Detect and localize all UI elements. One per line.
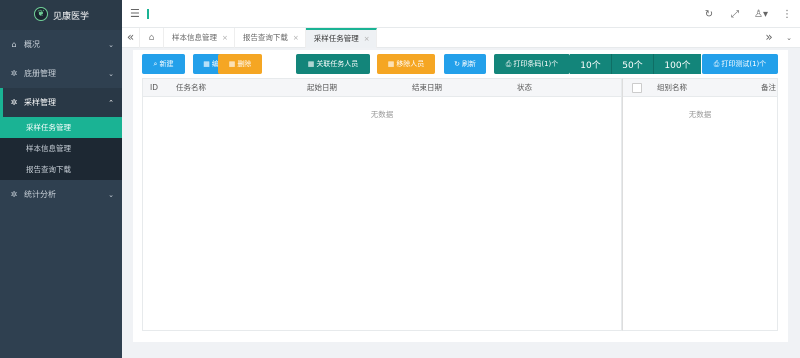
task-table: ID 任务名称 起始日期 结束日期 状态 无数据 [142,78,622,331]
sidebar-item-label: 底册管理 [24,69,56,78]
tabs-menu-icon[interactable]: ⌄ [782,28,796,48]
close-icon[interactable]: × [364,35,370,43]
delete-button[interactable]: ▦ 删除 [218,54,262,74]
column-header[interactable]: 起始日期 [307,79,337,97]
refresh-icon: ↻ [454,60,460,68]
sidebar-submenu: 采样任务管理 样本信息管理 报告查询下载 [0,117,122,180]
home-icon: ⌂ [11,40,17,49]
search-icon: ⌕ [153,59,158,68]
tab-sampling-tasks[interactable]: 采样任务管理 × [305,27,377,48]
button-label: 打印测试(1)个 [721,60,767,68]
tabs-scroll-right-icon[interactable]: » [760,28,778,48]
button-label: 移除人员 [396,60,425,68]
refresh-button[interactable]: ↻ 刷新 [444,54,486,74]
sidebar-subitem-sample-info[interactable]: 样本信息管理 [0,138,122,159]
link-staff-button[interactable]: ▦ 关联任务人员 [296,54,370,74]
button-label: 打印条码(1)个 [513,60,559,68]
table-header: 组别名称 备注 [623,79,777,97]
button-label: 刷新 [461,60,476,68]
chevron-up-icon: ⌃ [108,98,114,107]
accent-bar [146,8,149,19]
tab-label: 采样任务管理 [313,34,359,43]
menu-toggle-icon[interactable]: ☰ [130,7,140,20]
grid-icon: ▦ [203,60,210,68]
gear-icon: ✲ [10,69,18,78]
fullscreen-icon[interactable]: ⤢ [722,9,748,20]
sidebar-subitem-report-download[interactable]: 报告查询下载 [0,159,122,180]
sidebar-item-label: 概况 [24,40,40,49]
empty-message: 无数据 [688,110,712,119]
count-100-button[interactable]: 100个 [654,54,701,74]
sidebar-item-register[interactable]: ✲ 底册管理 ⌄ [0,59,122,88]
main-panel: ⌕ 新建 ▦ 编辑 ▦ 删除 ▦ 关联任务人员 ▦ 移除人员 ↻ 刷新 ⎙ 打印… [133,50,788,342]
topbar-actions: ↻ ⤢ ♙▾ ⋮ [696,0,800,28]
sidebar-item-sampling[interactable]: ✲ 采样管理 ⌃ [0,88,122,117]
chevron-down-icon: ⌄ [108,69,114,78]
close-icon[interactable]: × [293,34,299,42]
column-header[interactable]: ID [150,79,158,97]
user-menu-icon[interactable]: ♙▾ [748,9,774,20]
tab-report-download[interactable]: 报告查询下载 × [235,27,306,48]
chevron-down-icon: ⌄ [108,190,114,199]
refresh-icon[interactable]: ↻ [696,9,722,20]
more-icon[interactable]: ⋮ [774,9,800,20]
sidebar-item-statistics[interactable]: ✲ 统计分析 ⌄ [0,180,122,209]
empty-message: 无数据 [370,110,394,119]
gear-icon: ✲ [10,98,18,107]
sidebar-menu: ⌂ 概况 ⌄ ✲ 底册管理 ⌄ ✲ 采样管理 ⌃ 采样任务管理 样本信息管理 报… [0,30,122,209]
home-tab-icon[interactable]: ⌂ [140,27,164,48]
count-50-button[interactable]: 50个 [612,54,654,74]
logo[interactable]: ❦ 见康医学 [0,0,122,30]
tabs-scroll-left-icon[interactable]: « [122,27,140,48]
column-header[interactable]: 备注 [761,79,776,97]
new-button[interactable]: ⌕ 新建 [142,54,185,74]
close-icon[interactable]: × [222,34,228,42]
sidebar-item-label: 统计分析 [24,190,56,199]
printer-icon: ⎙ [505,59,512,68]
button-label: 新建 [159,60,174,68]
column-header[interactable]: 组别名称 [657,79,687,97]
sidebar: ❦ 见康医学 ⌂ 概况 ⌄ ✲ 底册管理 ⌄ ✲ 采样管理 ⌃ 采样任务管理 样… [0,0,122,358]
logo-icon: ❦ [34,7,48,21]
button-label: 删除 [237,60,252,68]
topbar: ☰ ↻ ⤢ ♙▾ ⋮ [122,0,800,28]
tab-bar: « ⌂ 样本信息管理 × 报告查询下载 × 采样任务管理 × » ⌄ [122,27,800,48]
print-barcode-button[interactable]: ⎙ 打印条码(1)个 [494,54,570,74]
sidebar-subitem-sampling-tasks[interactable]: 采样任务管理 [0,117,122,138]
app-name: 见康医学 [53,11,90,22]
tab-sample-info[interactable]: 样本信息管理 × [164,27,235,48]
select-all-checkbox[interactable] [632,83,642,93]
printer-icon: ⎙ [713,59,720,68]
tab-label: 样本信息管理 [172,33,217,42]
grid-icon: ▦ [228,60,236,68]
table-header: ID 任务名称 起始日期 结束日期 状态 [143,79,621,97]
remove-staff-button[interactable]: ▦ 移除人员 [377,54,435,74]
grid-icon: ▦ [387,60,395,68]
sidebar-item-label: 采样管理 [24,98,56,107]
column-header[interactable]: 任务名称 [176,79,206,97]
grid-icon: ▦ [307,60,315,68]
tab-label: 报告查询下载 [242,33,288,42]
column-header[interactable]: 状态 [517,79,532,97]
print-test-button[interactable]: ⎙ 打印测试(1)个 [702,54,778,74]
count-10-button[interactable]: 10个 [570,54,612,74]
chevron-down-icon: ⌄ [108,40,114,49]
sidebar-item-overview[interactable]: ⌂ 概况 ⌄ [0,30,122,59]
column-header[interactable]: 结束日期 [412,79,442,97]
group-table: 组别名称 备注 无数据 [622,78,778,331]
gear-icon: ✲ [10,190,18,199]
button-label: 关联任务人员 [316,60,359,68]
